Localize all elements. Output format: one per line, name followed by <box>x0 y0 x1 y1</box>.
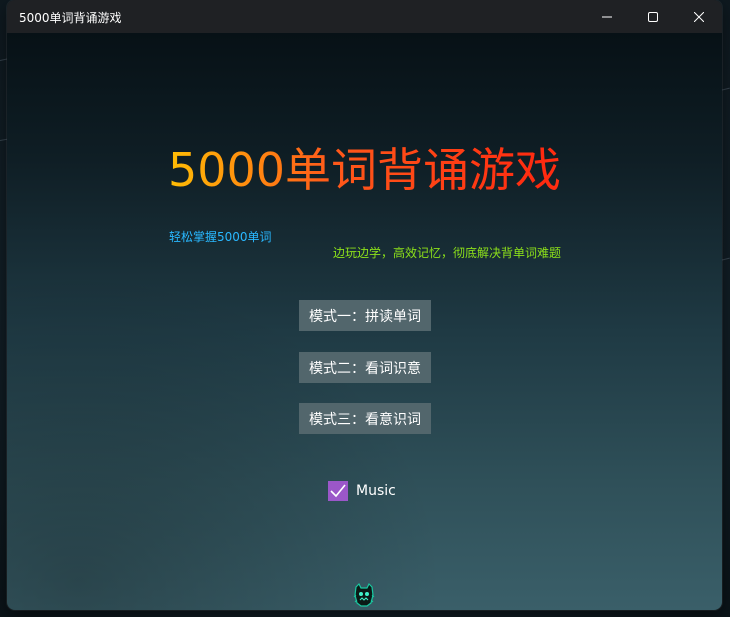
game-title: 5000单词背诵游戏 <box>7 141 722 199</box>
title-bar[interactable]: 5000单词背诵游戏 <box>7 0 722 33</box>
monster-icon <box>353 583 375 607</box>
minimize-icon <box>602 16 612 17</box>
close-icon <box>694 11 704 22</box>
maximize-icon <box>648 11 658 22</box>
tagline-left: 轻松掌握5000单词 <box>169 230 272 244</box>
maximize-button[interactable] <box>630 0 676 33</box>
music-label: Music <box>356 482 396 499</box>
tagline-right: 边玩边学，高效记忆，彻底解决背单词难题 <box>333 246 562 260</box>
app-window: 5000单词背诵游戏 5000单词背诵游戏 轻松掌握5000单词 边玩边学，高效… <box>7 0 722 610</box>
mode-3-button[interactable]: 模式三：看意识词 <box>299 403 431 434</box>
mode-1-button[interactable]: 模式一：拼读单词 <box>299 300 431 331</box>
window-title: 5000单词背诵游戏 <box>19 11 122 25</box>
checkmark-icon <box>330 483 346 497</box>
minimize-button[interactable] <box>584 0 630 33</box>
game-menu: 5000单词背诵游戏 轻松掌握5000单词 边玩边学，高效记忆，彻底解决背单词难… <box>7 33 722 610</box>
mode-2-button[interactable]: 模式二：看词识意 <box>299 352 431 383</box>
music-checkbox[interactable] <box>328 480 348 501</box>
close-button[interactable] <box>676 0 722 33</box>
music-toggle[interactable]: Music <box>328 480 396 501</box>
